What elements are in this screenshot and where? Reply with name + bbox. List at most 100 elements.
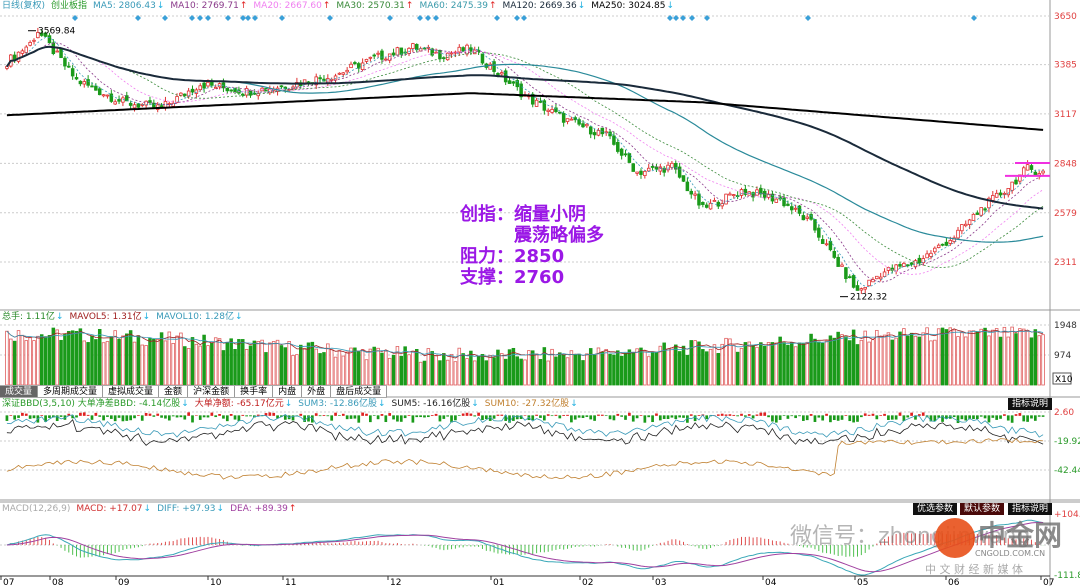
bbd-bar: [631, 415, 635, 422]
candle-body: [480, 53, 485, 64]
bbd-bar: [670, 415, 674, 418]
bbd-bar: [655, 413, 658, 416]
bbd-bar: [964, 415, 968, 421]
volume-bar: [612, 354, 616, 386]
volume-bar: [163, 340, 168, 386]
volume-bar: [867, 341, 871, 386]
bbd-bar: [55, 415, 59, 422]
bbd-bar: [272, 412, 276, 416]
bbd-bar: [697, 415, 701, 416]
volume-bar: [399, 355, 404, 386]
tab-3[interactable]: 金额: [159, 386, 189, 397]
candle: [32, 38, 36, 45]
candle: [588, 125, 593, 139]
candle: [213, 84, 218, 89]
candle-body: [739, 189, 744, 196]
volume-bar: [1037, 335, 1041, 386]
candle-body: [136, 103, 141, 108]
volume-bar: [604, 348, 608, 386]
candle: [515, 77, 520, 91]
candle-body: [909, 262, 914, 265]
volume-bar: [16, 330, 21, 386]
bbd-bar: [558, 415, 562, 419]
bbd-bar: [202, 415, 206, 418]
tab-8[interactable]: 盘后成交量: [331, 386, 388, 397]
bbd-bar: [836, 415, 840, 421]
volume-bar: [697, 341, 701, 386]
candle-body: [596, 130, 601, 136]
tab-4[interactable]: 沪深金额: [188, 386, 236, 397]
volume-bar: [136, 335, 141, 386]
bbd-bar: [879, 415, 883, 416]
volume-bar: [828, 335, 833, 386]
bbd-bar: [225, 415, 229, 422]
bbd-bar: [883, 413, 886, 416]
candle-body: [867, 279, 871, 287]
bbd-bar: [407, 415, 411, 416]
volume-bar: [848, 340, 852, 386]
volume-bar: [704, 351, 709, 386]
candle-body: [457, 46, 462, 53]
volume-bar: [78, 328, 83, 386]
candle-body: [643, 170, 647, 176]
candle-body: [105, 94, 110, 97]
volume-bar: [770, 342, 775, 386]
volume-bar: [975, 331, 980, 386]
volume-bar: [747, 341, 751, 386]
bbd-bar: [376, 415, 380, 420]
candle-body: [681, 175, 686, 182]
candle-body: [380, 50, 384, 60]
volume-bar: [546, 360, 550, 386]
volume-bar: [159, 332, 164, 386]
candle-body: [793, 207, 798, 210]
volume-bar: [368, 348, 373, 386]
candle-body: [1033, 171, 1038, 176]
volume-bar: [117, 338, 121, 386]
tab-5[interactable]: 换手率: [235, 386, 274, 397]
candle-body: [152, 102, 156, 108]
volume-bar: [364, 359, 369, 386]
optimal-params-button[interactable]: 优选参数: [913, 503, 958, 515]
volume-bar: [67, 330, 71, 386]
candle: [701, 201, 705, 208]
candle: [708, 199, 713, 210]
bbd-indicator-help-button[interactable]: 指标说明: [1008, 398, 1053, 410]
volume-bar: [994, 328, 999, 386]
legend-item: 总手: 1.11亿: [2, 312, 55, 322]
bbd-bar: [987, 415, 991, 423]
volume-bar: [712, 344, 717, 386]
candle-body: [198, 85, 202, 91]
volume-bar: [217, 338, 222, 386]
bbd-bar: [237, 415, 241, 422]
tab-0[interactable]: 成交量: [0, 386, 39, 397]
bbd-bar: [160, 415, 163, 418]
chart-canvas[interactable]: 3650 3385 3117 2848 2579 2311 3569.84 2122.32 19…: [0, 0, 1080, 586]
volume-bar: [859, 339, 864, 386]
signal-diamond-icon: [514, 15, 520, 21]
bbd-bar: [384, 415, 388, 423]
candle-body: [848, 276, 852, 279]
candle-body: [940, 243, 945, 246]
tab-2[interactable]: 虚拟成交量: [103, 386, 160, 397]
candle-body: [445, 52, 450, 61]
tab-7[interactable]: 外盘: [302, 386, 332, 397]
volume-bar: [488, 354, 492, 386]
bbd-bar: [716, 414, 720, 416]
bbd-bar: [361, 412, 364, 416]
tab-1[interactable]: 多周期成交量: [38, 386, 104, 397]
bbd-bar: [693, 415, 697, 422]
candle-body: [863, 286, 867, 290]
bbd-bar: [651, 415, 654, 423]
volume-bar: [1010, 326, 1014, 386]
bbd-bar: [349, 415, 353, 419]
candle-body: [500, 72, 504, 75]
bbd-bar: [871, 413, 875, 416]
volume-tick: 974: [1054, 351, 1071, 361]
bbd-bar: [430, 415, 434, 416]
candle: [743, 185, 748, 197]
bbd-bar: [318, 415, 322, 417]
bbd-bar: [492, 415, 496, 419]
tab-6[interactable]: 内盘: [273, 386, 303, 397]
volume-bar: [438, 360, 442, 386]
candle: [646, 163, 651, 173]
